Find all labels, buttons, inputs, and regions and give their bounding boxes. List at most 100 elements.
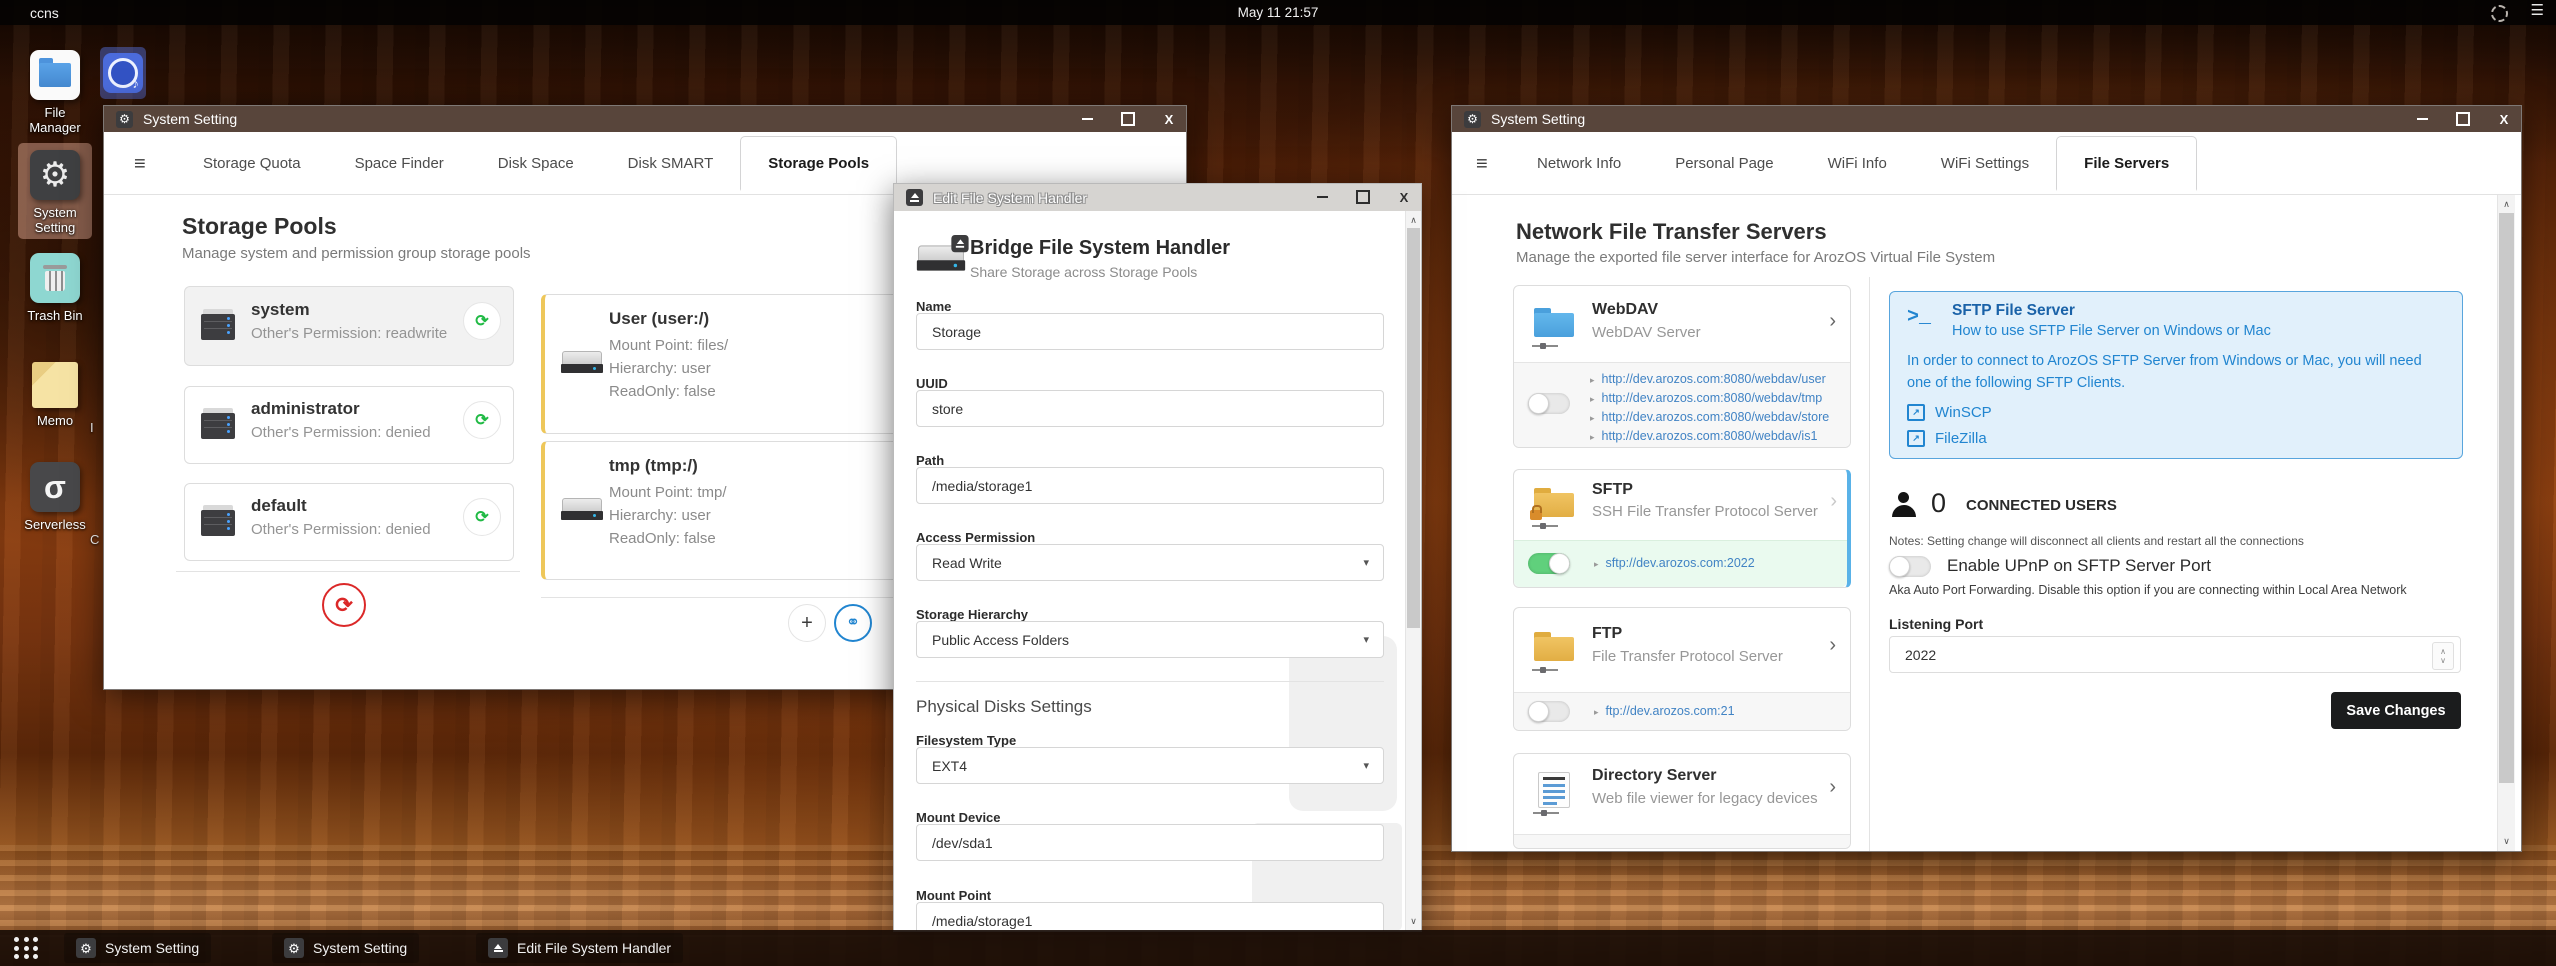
path-input[interactable] [916,467,1384,504]
pool-sync-button[interactable]: ⟳ [463,302,501,340]
path-label: Path [916,453,945,468]
chevron-right-icon[interactable]: › [1829,310,1836,333]
minimize-button[interactable] [1315,190,1329,204]
name-label: Name [916,299,952,314]
client-link-winscp[interactable]: ↗ WinSCP [1907,404,1992,421]
service-card-ftp[interactable]: FTP File Transfer Protocol Server › ▸ ftp… [1513,607,1851,731]
ftp-endpoint-link[interactable]: ▸ ftp://dev.arozos.com:21 [1594,704,1735,718]
mount-point-line: Mount Point: files/ [609,337,729,354]
save-changes-button[interactable]: Save Changes [2331,692,2461,729]
eject-icon [906,189,923,206]
pool-card-default[interactable]: default Other's Permission: denied ⟳ [184,483,514,561]
tab-disk-space[interactable]: Disk Space [471,132,601,194]
divider [176,571,520,572]
desktop-icon-serverless[interactable]: σ Serverless [17,462,93,532]
desktop-icon-trash-bin[interactable]: Trash Bin [17,253,93,323]
close-button[interactable]: X [1397,190,1411,205]
chevron-right-icon[interactable]: › [1830,490,1837,513]
uuid-input[interactable] [916,390,1384,427]
service-card-sftp[interactable]: SFTP SSH File Transfer Protocol Server ›… [1513,469,1851,588]
close-button[interactable]: X [1162,112,1176,127]
pool-sync-button[interactable]: ⟳ [463,498,501,536]
ftp-status-zone: ▸ ftp://dev.arozos.com:21 [1514,692,1850,730]
pool-sync-button[interactable]: ⟳ [463,401,501,439]
tab-storage-pools[interactable]: Storage Pools [740,136,898,191]
port-stepper[interactable]: ∧ ∨ [2432,642,2454,670]
sftp-endpoint-link[interactable]: ▸ sftp://dev.arozos.com:2022 [1594,556,1755,570]
window-titlebar[interactable]: ⚙ System Setting X [104,106,1186,132]
maximize-button[interactable] [1356,190,1370,204]
desktop-icon-memo[interactable]: Memo [17,362,93,428]
maximize-button[interactable] [2456,112,2470,126]
webdav-endpoint-link[interactable]: ▸ http://dev.arozos.com:8080/webdav/user [1590,372,1826,386]
desktop-icon-file-manager[interactable]: File Manager [17,50,93,135]
webdav-endpoint-link[interactable]: ▸ http://dev.arozos.com:8080/webdav/store [1590,410,1829,424]
maximize-button[interactable] [1121,112,1135,126]
webdav-endpoint-link[interactable]: ▸ http://dev.arozos.com:8080/webdav/tmp [1590,391,1822,405]
help-title: SFTP File Server [1952,302,2075,319]
tab-space-finder[interactable]: Space Finder [328,132,471,194]
pool-card-administrator[interactable]: administrator Other's Permission: denied… [184,386,514,464]
mount-hierarchy-line: Hierarchy: user [609,360,711,377]
scrollbar-thumb[interactable] [2499,213,2514,783]
eject-icon [488,938,508,958]
mount-point-line: Mount Point: tmp/ [609,484,727,501]
clock-label: May 11 21:57 [1237,5,1319,20]
menu-hamburger-icon[interactable]: ≡ [134,153,146,176]
dialog-scrollbar[interactable]: ∧ ∨ [1405,211,1421,931]
external-link-icon: ↗ [1907,430,1925,447]
sftp-toggle[interactable] [1528,553,1570,574]
minimize-button[interactable] [2415,112,2429,126]
client-link-filezilla[interactable]: ↗ FileZilla [1907,430,1987,447]
chevron-right-icon[interactable]: › [1829,776,1836,799]
tab-wifi-info[interactable]: WiFi Info [1801,132,1914,194]
ftp-toggle[interactable] [1528,701,1570,722]
dropdown-caret-icon: ▾ [1363,760,1369,772]
window-titlebar[interactable]: ⚙ System Setting X [1452,106,2521,132]
desktop-icon-system-setting[interactable]: ⚙ System Setting [17,143,93,239]
taskbar-item-edit-fs-handler[interactable]: Edit File System Handler [476,933,684,963]
taskbar-item-system-setting-2[interactable]: ⚙ System Setting [272,933,420,963]
add-fs-handler-button[interactable]: + [788,604,826,642]
desktop-icon-label: Serverless [24,517,86,532]
tab-file-servers[interactable]: File Servers [2056,136,2198,191]
scrollbar-thumb[interactable] [1407,228,1420,628]
tab-network-info[interactable]: Network Info [1510,132,1648,194]
chevron-right-icon[interactable]: › [1829,634,1836,657]
access-permission-select[interactable]: Read Write ▾ [916,544,1384,581]
menu-hamburger-icon[interactable]: ≡ [1476,153,1488,176]
mount-name: tmp (tmp:/) [609,456,698,475]
app-launcher-button[interactable] [14,937,40,960]
bridge-link-button[interactable]: ⚭ [834,604,872,642]
tab-disk-smart[interactable]: Disk SMART [601,132,741,194]
tab-wifi-settings[interactable]: WiFi Settings [1914,132,2056,194]
filesystem-type-select[interactable]: EXT4 ▾ [916,747,1384,784]
mount-device-input[interactable] [916,824,1384,861]
tab-storage-quota[interactable]: Storage Quota [176,132,328,194]
storage-hierarchy-select[interactable]: Public Access Folders ▾ [916,621,1384,658]
sftp-help-box: >_ SFTP File Server How to use SFTP File… [1889,291,2463,459]
service-desc: SSH File Transfer Protocol Server [1592,503,1818,520]
pool-card-system[interactable]: system Other's Permission: readwrite ⟳ [184,286,514,366]
webdav-endpoint-link[interactable]: ▸ http://dev.arozos.com:8080/webdav/is1 [1590,429,1817,443]
service-card-directory-server[interactable]: Directory Server Web file viewer for leg… [1513,753,1851,849]
gear-icon: ⚙ [76,938,96,958]
listening-port-input[interactable] [1890,637,2460,672]
name-input[interactable] [916,313,1384,350]
service-desc: Web file viewer for legacy devices [1592,790,1818,807]
taskbar-item-system-setting-1[interactable]: ⚙ System Setting [64,933,212,963]
reload-pools-button[interactable]: ⟳ [322,583,366,627]
upnp-toggle[interactable] [1889,556,1931,577]
minimize-button[interactable] [1080,112,1094,126]
desktop-icon-music-selected[interactable] [100,47,146,99]
tab-bar: ≡ Network Info Personal Page WiFi Info W… [1452,132,2521,195]
webdav-toggle[interactable] [1528,393,1570,414]
status-spinner-icon[interactable] [2491,5,2508,22]
window-titlebar[interactable]: Edit File System Handler X [894,184,1421,211]
close-button[interactable]: X [2497,112,2511,127]
tab-personal-page[interactable]: Personal Page [1648,132,1800,194]
mount-point-input[interactable] [916,902,1384,931]
window-scrollbar[interactable]: ∧ ∨ [2497,195,2515,851]
topbar-menu-icon[interactable]: ☰ [2531,1,2544,19]
service-card-webdav[interactable]: WebDAV WebDAV Server › ▸ http://dev.arozo… [1513,285,1851,448]
